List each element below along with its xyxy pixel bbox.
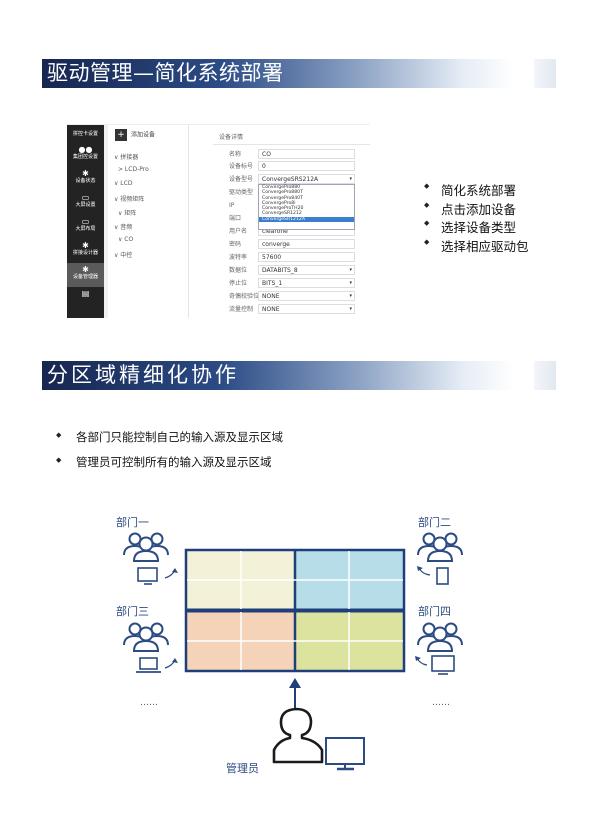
- monitor-icon: [325, 737, 365, 771]
- zone-diagram: 部门一 部门二 部门三 部门四 …… …… 管理员: [0, 0, 613, 826]
- department-group-icon: [417, 532, 463, 562]
- diagram-graphics: [123, 532, 463, 771]
- monitor-icon: [137, 567, 158, 585]
- department-group-icon: [123, 622, 169, 652]
- laptop-icon: [136, 657, 161, 673]
- monitor-icon: [431, 655, 455, 675]
- admin-person-icon: [272, 707, 324, 764]
- department-group-icon: [417, 622, 463, 652]
- tablet-icon: [436, 567, 449, 585]
- video-wall: [184, 548, 406, 673]
- department-group-icon: [123, 532, 169, 562]
